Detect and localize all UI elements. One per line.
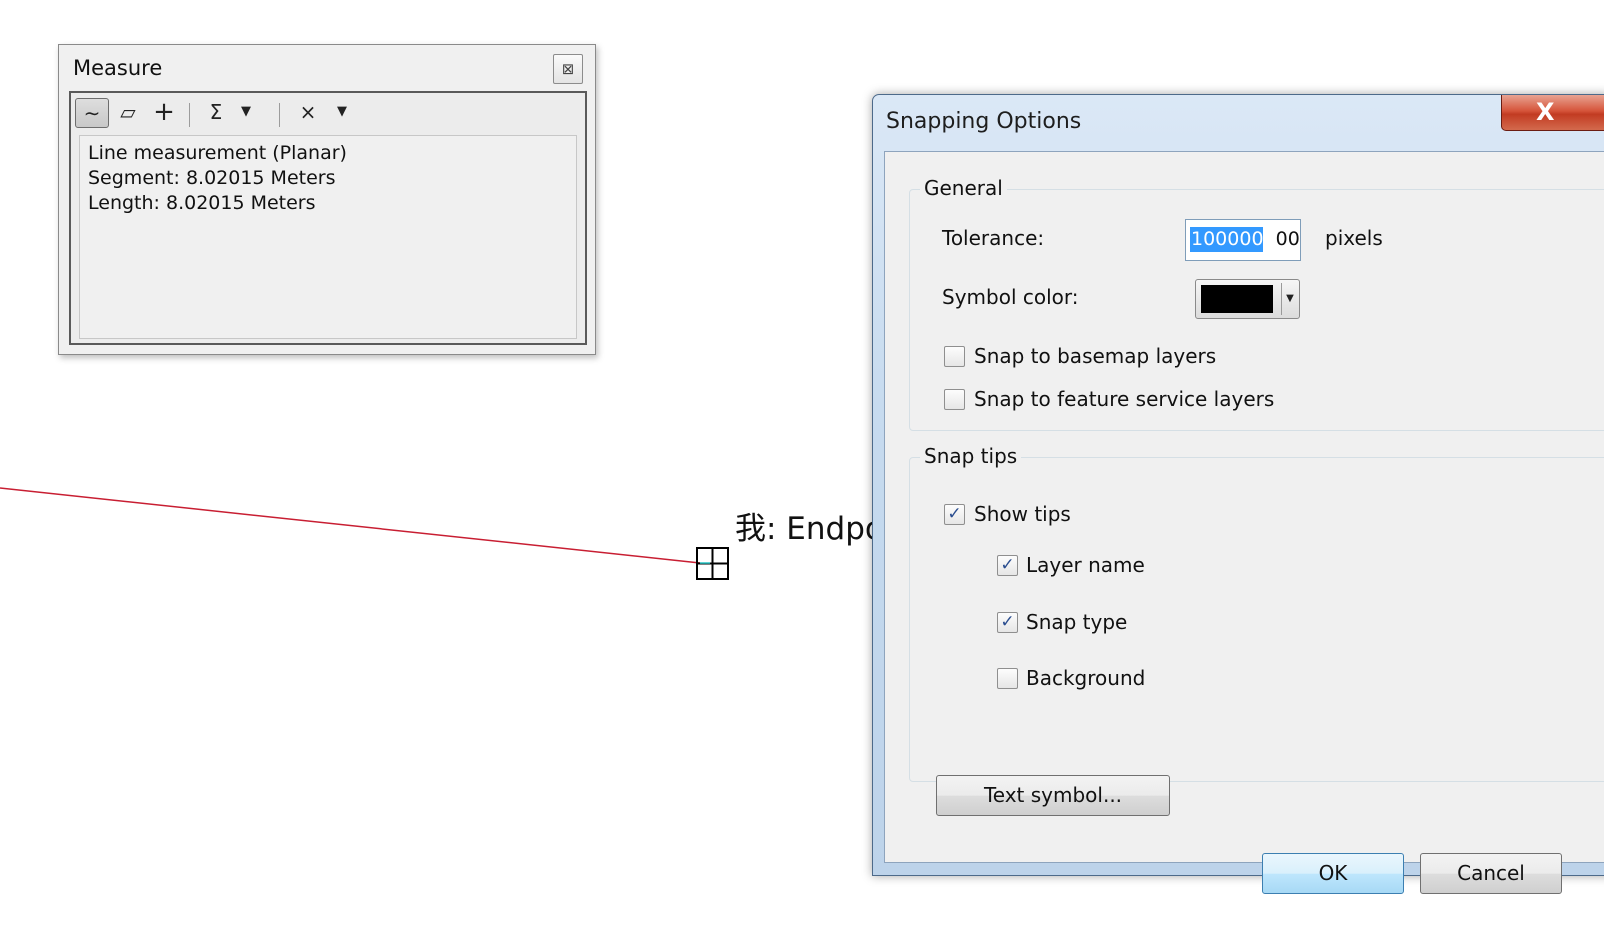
ok-button[interactable]: OK <box>1262 853 1404 894</box>
result-segment: Segment: 8.02015 Meters <box>88 167 336 189</box>
snapping-options-dialog: Snapping Options X General Tolerance: 10… <box>872 94 1604 894</box>
toolbar-separator <box>279 103 280 127</box>
tolerance-label: Tolerance: <box>942 226 1045 250</box>
snap-tip-label: 我: Endpoint <box>735 511 875 547</box>
point-icon: + <box>153 97 175 127</box>
close-icon[interactable]: ⊠ <box>553 54 583 84</box>
tolerance-unselected-text: 000 <box>1275 228 1300 250</box>
show-tips-checkbox[interactable]: ✓ <box>944 504 965 525</box>
background-label[interactable]: Background <box>1026 666 1145 690</box>
snap-tips-group-label: Snap tips <box>920 444 1022 468</box>
measure-area-tool-button[interactable]: ⏥ <box>113 98 143 128</box>
snap-cursor-icon <box>696 547 729 580</box>
tolerance-value: 1000000000 <box>1191 227 1300 252</box>
toolbar-separator <box>189 103 190 127</box>
measure-line-tool-button[interactable]: ∼ <box>75 98 109 128</box>
layer-name-checkbox[interactable]: ✓ <box>997 555 1018 576</box>
show-tips-label[interactable]: Show tips <box>974 502 1071 526</box>
sum-button[interactable]: Σ <box>201 98 231 128</box>
polyline-icon: ∼ <box>83 101 101 125</box>
symbol-color-picker[interactable]: ▼ <box>1195 279 1300 319</box>
text-symbol-button[interactable]: Text symbol... <box>936 775 1170 816</box>
background-checkbox[interactable] <box>997 668 1018 689</box>
chevron-down-icon: ▼ <box>1281 283 1298 315</box>
sigma-icon: Σ <box>209 100 223 124</box>
dialog-title: Snapping Options <box>886 109 1082 134</box>
unit-dropdown[interactable]: ▼ <box>331 98 353 128</box>
dropdown-arrow-icon: ▼ <box>241 104 251 119</box>
polygon-icon: ⏥ <box>120 100 136 124</box>
snap-basemap-checkbox[interactable] <box>944 346 965 367</box>
general-group-label: General <box>920 176 1007 200</box>
snap-feature-service-checkbox[interactable] <box>944 389 965 410</box>
snap-type-label[interactable]: Snap type <box>1026 610 1127 634</box>
measure-window: Measure ⊠ ∼ ⏥ + Σ ▼ × ▼ Line measurement… <box>58 44 596 355</box>
symbol-color-label: Symbol color: <box>942 285 1079 309</box>
tolerance-input[interactable]: 1000000000 <box>1185 219 1301 261</box>
result-length: Length: 8.02015 Meters <box>88 192 316 214</box>
cancel-button[interactable]: Cancel <box>1420 853 1562 894</box>
measure-title: Measure <box>73 56 163 80</box>
dropdown-arrow-icon: ▼ <box>337 104 347 119</box>
measure-body: ∼ ⏥ + Σ ▼ × ▼ Line measurement (Planar) … <box>69 91 587 345</box>
tolerance-unit: pixels <box>1325 226 1383 250</box>
measure-line <box>0 487 701 564</box>
close-button[interactable]: X <box>1501 95 1604 131</box>
dialog-client-area: General Tolerance: 1000000000 pixels Sym… <box>884 151 1604 894</box>
clear-button[interactable]: × <box>293 98 323 128</box>
color-swatch <box>1201 285 1273 313</box>
close-icon: X <box>1536 98 1555 126</box>
sum-dropdown[interactable]: ▼ <box>235 98 257 128</box>
snap-feature-service-label[interactable]: Snap to feature service layers <box>974 387 1274 411</box>
snap-type-checkbox[interactable]: ✓ <box>997 612 1018 633</box>
measure-result-panel: Line measurement (Planar) Segment: 8.020… <box>79 135 577 339</box>
snap-basemap-label[interactable]: Snap to basemap layers <box>974 344 1216 368</box>
snap-tips-group: Snap tips ✓ Show tips ✓ Layer name ✓ Sna… <box>909 444 1604 782</box>
clear-icon: × <box>299 100 317 124</box>
measure-point-tool-button[interactable]: + <box>149 98 179 128</box>
layer-name-label[interactable]: Layer name <box>1026 553 1145 577</box>
general-group: General Tolerance: 1000000000 pixels Sym… <box>909 176 1604 431</box>
tolerance-selected-text: 1000000 <box>1191 228 1276 250</box>
result-type: Line measurement (Planar) <box>88 142 347 164</box>
